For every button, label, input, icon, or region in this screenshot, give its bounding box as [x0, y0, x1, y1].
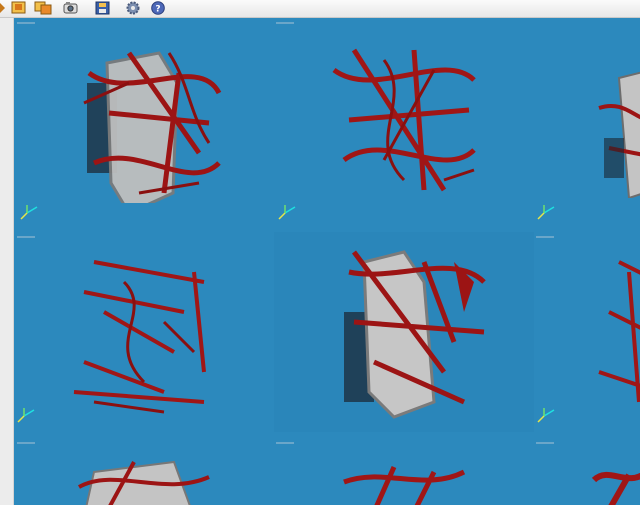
viewport-1[interactable]: [14, 18, 274, 232]
save-button[interactable]: [94, 0, 112, 15]
volume-render-vessels-partial: [343, 465, 466, 505]
orientation-axes: [278, 205, 296, 220]
volume-render-vessels-partial: [591, 472, 640, 505]
viewport-6[interactable]: [534, 232, 640, 432]
volume-render-vessels-partial: [598, 260, 640, 403]
viewport-5-selected[interactable]: [274, 232, 534, 432]
orientation-axes: [537, 408, 555, 423]
help-button[interactable]: ?: [149, 0, 169, 15]
side-panel: [0, 18, 14, 505]
viewport-grid: [14, 18, 640, 505]
orientation-axes: [20, 205, 38, 220]
volume-render-bone-partial: [598, 71, 640, 198]
viewport-7[interactable]: [14, 432, 274, 505]
layout-compare-icon: [34, 1, 52, 15]
overlay-text: [17, 442, 35, 444]
layout-single-button[interactable]: [10, 0, 28, 14]
settings-button[interactable]: [124, 0, 142, 15]
arrow-icon: [0, 3, 5, 13]
layout-icon: [11, 1, 26, 14]
snapshot-button[interactable]: [62, 0, 80, 14]
volume-render-bone-partial: [78, 460, 210, 505]
toolbar: ?: [0, 0, 640, 18]
overlay-text: [276, 442, 294, 444]
layout-compare-button[interactable]: [34, 0, 52, 15]
overlay-text: [17, 22, 35, 24]
overlay-text: [536, 236, 554, 238]
viewport-2[interactable]: [274, 18, 534, 232]
overlay-text: [17, 236, 35, 238]
volume-render-bone-vessels: [83, 51, 222, 203]
viewport-4[interactable]: [14, 232, 274, 432]
overlay-text: [536, 442, 554, 444]
viewport-3[interactable]: [534, 18, 640, 232]
help-icon: ?: [151, 1, 165, 15]
volume-render-vessels: [73, 260, 206, 414]
camera-icon: [63, 2, 78, 14]
gear-icon: [126, 1, 140, 15]
overlay-text: [276, 22, 294, 24]
volume-render-vessels: [332, 48, 476, 192]
viewport-8[interactable]: [274, 432, 534, 505]
arrow-partial-button[interactable]: [0, 0, 6, 14]
orientation-axes: [537, 205, 555, 220]
volume-render-bone-vessels: [344, 250, 486, 419]
floppy-icon: [95, 1, 110, 15]
orientation-axes: [17, 408, 35, 423]
svg-text:?: ?: [155, 5, 160, 15]
